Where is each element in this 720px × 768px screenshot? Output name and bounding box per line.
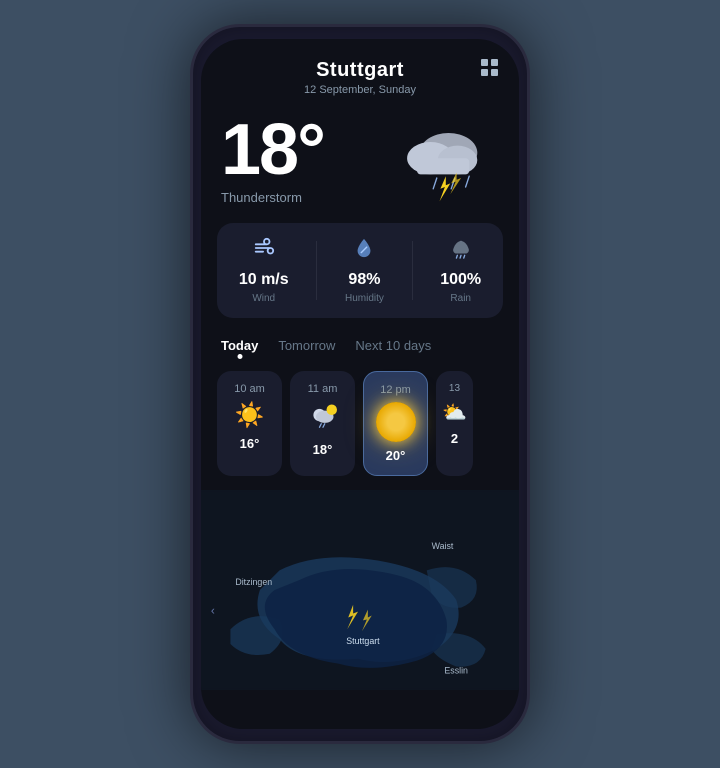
weather-description: Thunderstorm (221, 190, 324, 205)
svg-text:Waist: Waist (432, 541, 454, 551)
stat-rain: 100% Rain (440, 237, 481, 304)
svg-text:Ditzingen: Ditzingen (235, 577, 272, 587)
tab-next10days[interactable]: Next 10 days (355, 338, 431, 357)
wind-icon (253, 237, 275, 265)
divider-1 (316, 241, 317, 300)
tab-today[interactable]: Today (221, 338, 258, 357)
phone-screen: Stuttgart 12 September, Sunday 18° Thund… (201, 39, 519, 729)
svg-text:Esslin: Esslin (444, 665, 468, 675)
divider-2 (412, 241, 413, 300)
hour-label-12pm: 12 pm (380, 384, 411, 396)
humidity-label: Humidity (345, 293, 384, 304)
stat-wind: 10 m/s Wind (239, 237, 289, 304)
stats-row: 10 m/s Wind 98% Humidity (217, 223, 503, 318)
stat-humidity: 98% Humidity (345, 237, 384, 304)
temperature-section: 18° Thunderstorm (221, 114, 324, 205)
city-name: Stuttgart (316, 59, 404, 82)
sun-icon-large (376, 402, 416, 442)
hour-card-13-partial: 13 ⛅ 2 (436, 371, 473, 476)
rain-icon (450, 237, 472, 265)
tab-tomorrow[interactable]: Tomorrow (278, 338, 335, 357)
wind-label: Wind (252, 293, 275, 304)
hour-temp-11am: 18° (313, 442, 333, 457)
main-weather-section: 18° Thunderstorm (201, 104, 519, 215)
hour-icon-12pm (376, 402, 416, 442)
forecast-tabs: Today Tomorrow Next 10 days (201, 326, 519, 361)
hour-label-11am: 11 am (308, 383, 338, 395)
humidity-value: 98% (348, 271, 380, 289)
wind-value: 10 m/s (239, 271, 289, 289)
hour-temp-12pm: 20° (386, 448, 406, 463)
svg-text:Stuttgart: Stuttgart (346, 636, 380, 646)
hour-card-11am[interactable]: 11 am 18° (290, 371, 355, 476)
hour-card-10am[interactable]: 10 am ☀️ 16° (217, 371, 282, 476)
grid-menu-icon[interactable] (481, 59, 499, 77)
hour-temp-10am: 16° (240, 436, 260, 451)
weather-icon-thunderstorm (389, 115, 499, 205)
phone-frame: Stuttgart 12 September, Sunday 18° Thund… (190, 24, 530, 744)
rain-label: Rain (450, 293, 471, 304)
hour-icon-10am: ☀️ (235, 401, 265, 430)
weather-map: Ditzingen Waist Stuttgart Esslin ‹ (201, 490, 519, 690)
hourly-forecast: 10 am ☀️ 16° 11 am (201, 361, 519, 486)
hour-card-12pm[interactable]: 12 pm 20° (363, 371, 428, 476)
screen-content: Stuttgart 12 September, Sunday 18° Thund… (201, 39, 519, 729)
rain-value: 100% (440, 271, 481, 289)
svg-text:‹: ‹ (211, 605, 215, 618)
humidity-icon (353, 237, 375, 265)
temperature-display: 18° (221, 114, 324, 186)
top-bar: Stuttgart 12 September, Sunday (201, 39, 519, 104)
hour-icon-11am (309, 401, 337, 436)
hour-label-10am: 10 am (234, 383, 265, 395)
date-text: 12 September, Sunday (304, 84, 416, 96)
